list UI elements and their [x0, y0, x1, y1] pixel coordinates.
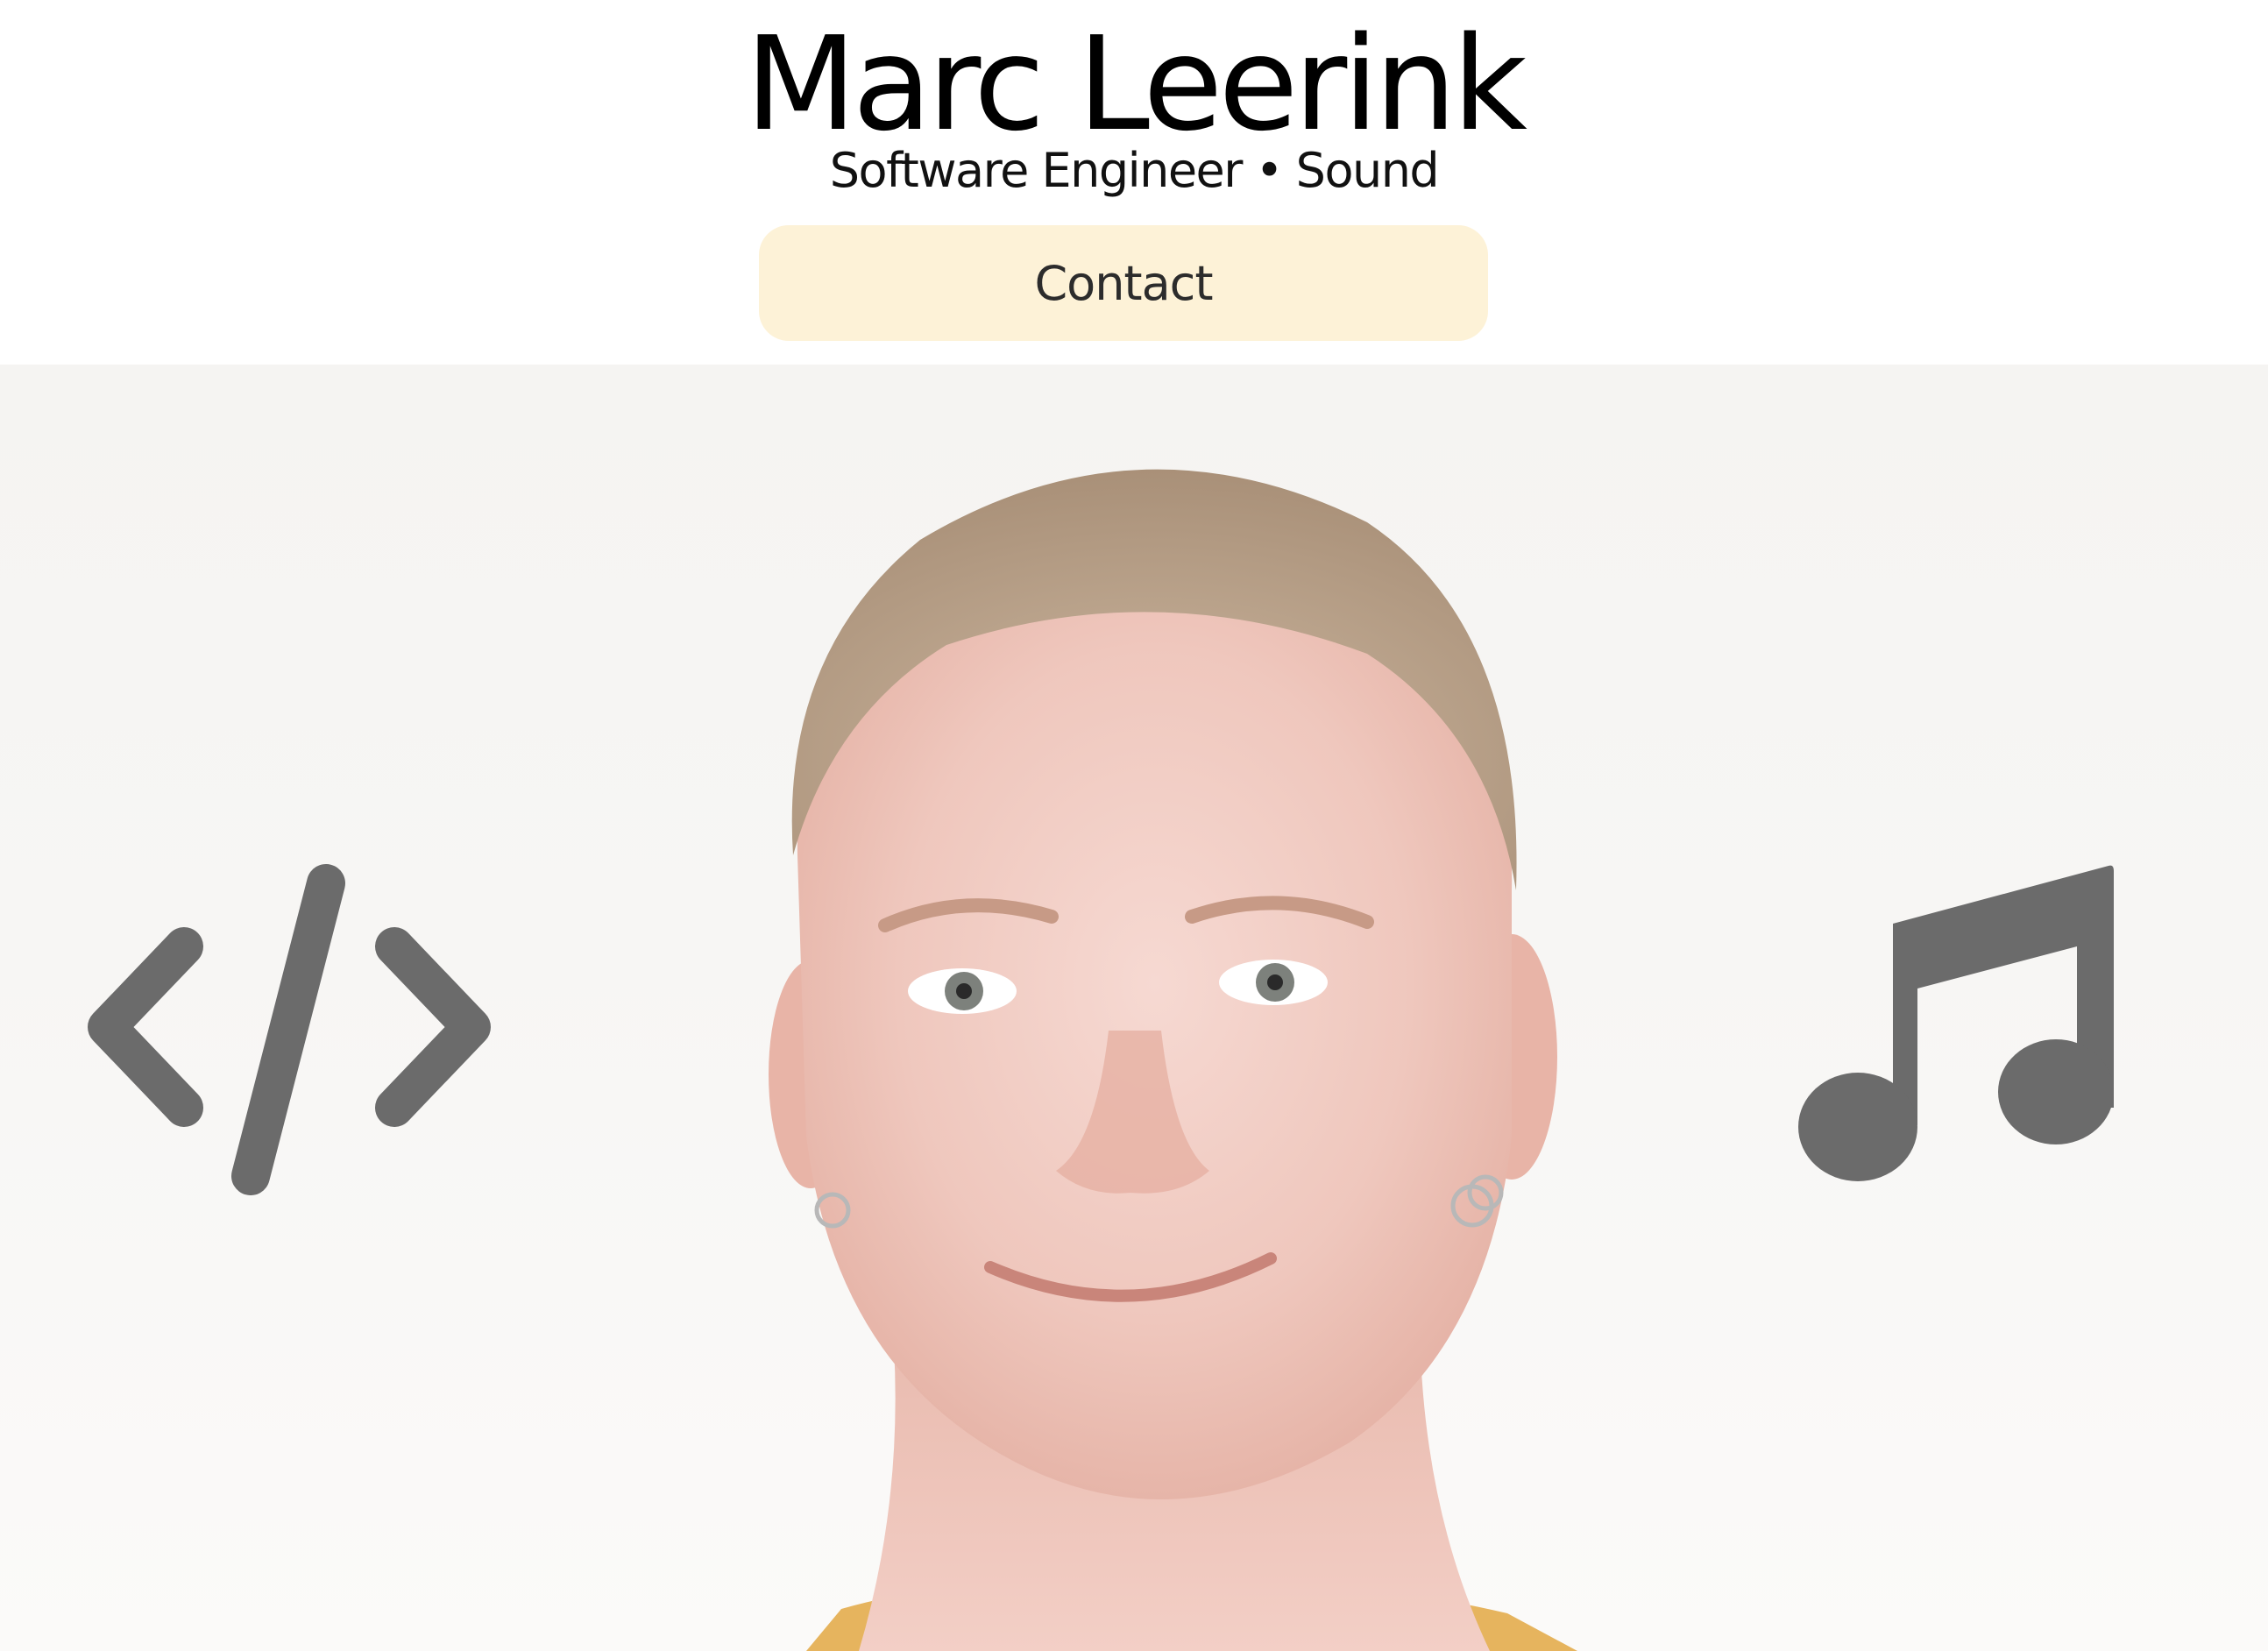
music-note-icon [1798, 865, 2114, 1181]
site-tagline: Software Engineer • Sound [829, 143, 1440, 198]
code-icon [88, 864, 491, 1195]
page: Marc Leerink Software Engineer • Sound C… [0, 0, 2268, 1651]
hero-section [0, 365, 2268, 1651]
site-title: Marc Leerink [745, 9, 1527, 159]
contact-button[interactable]: Contact [759, 225, 1488, 341]
site-header: Marc Leerink Software Engineer • Sound C… [0, 0, 2268, 365]
